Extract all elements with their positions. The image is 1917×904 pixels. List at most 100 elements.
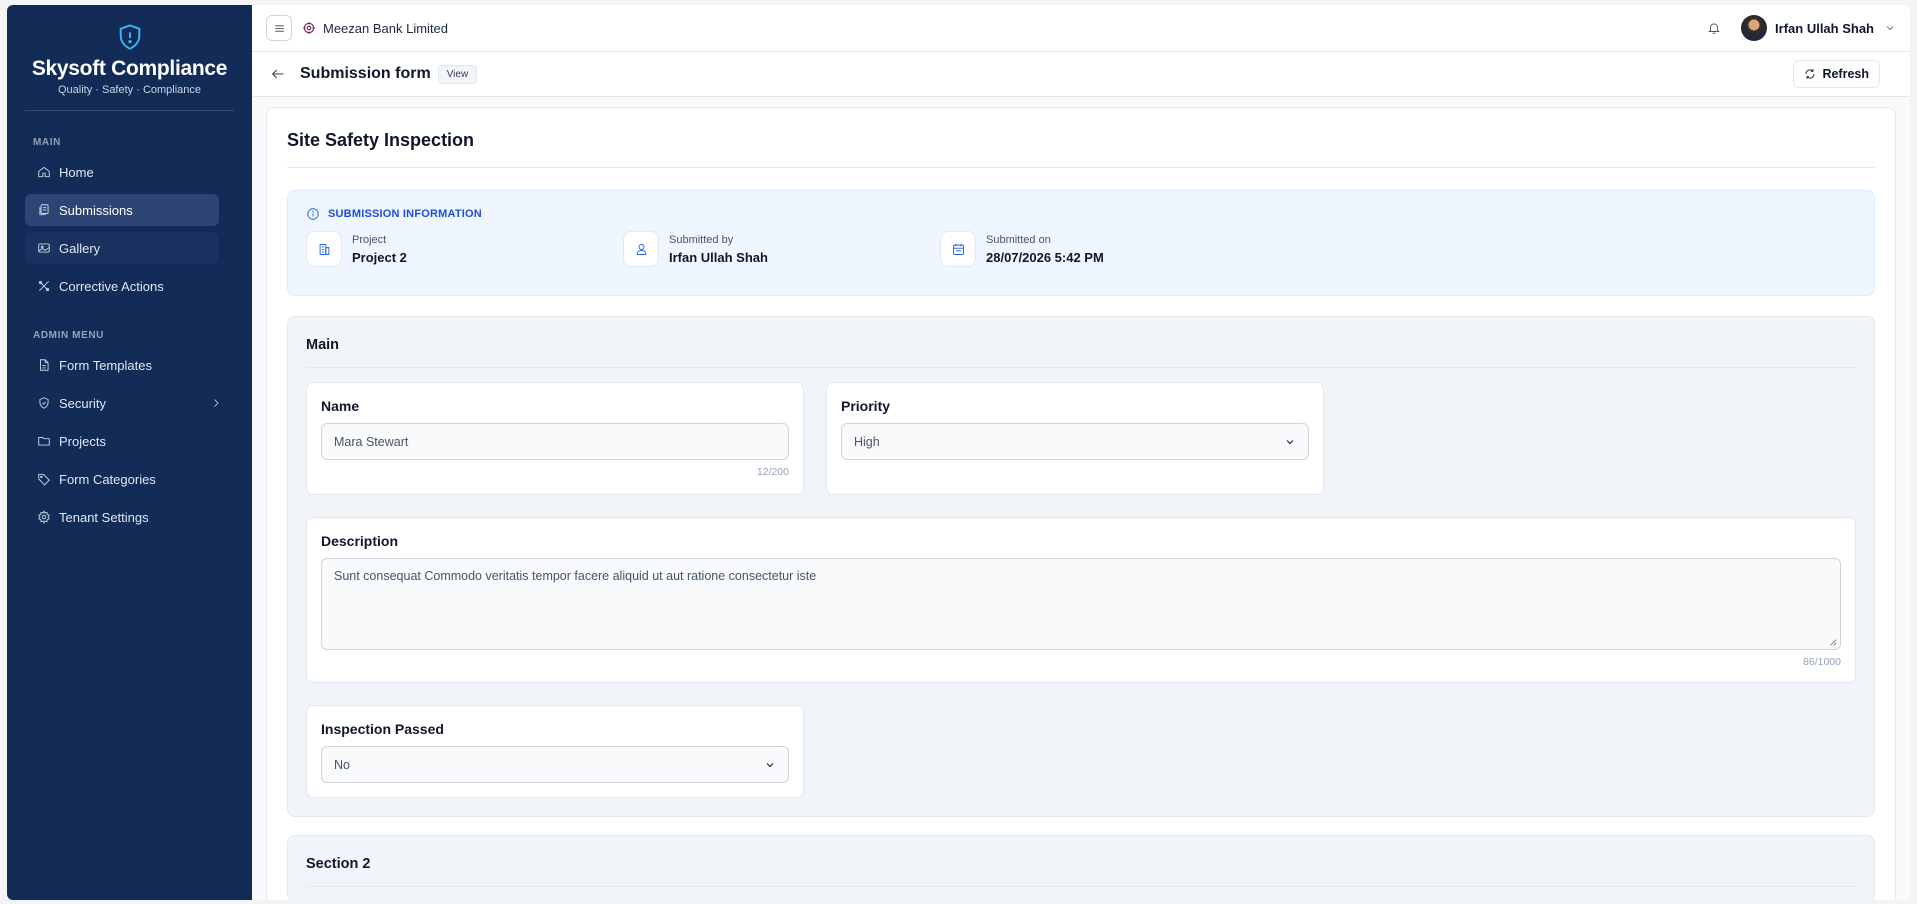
sidebar-item-label: Tenant Settings: [59, 509, 149, 525]
home-icon: [38, 166, 50, 178]
sidebar-item-gallery[interactable]: Gallery: [25, 232, 219, 264]
org-logo-icon: [303, 22, 315, 34]
priority-select[interactable]: High: [841, 423, 1309, 460]
chevron-down-icon: [766, 762, 774, 767]
priority-field: Priority High: [826, 382, 1324, 495]
section-title: Main: [306, 337, 1856, 368]
chevron-down-icon: [1286, 439, 1294, 444]
sidebar-item-label: Home: [59, 164, 94, 180]
sidebar-item-projects[interactable]: Projects: [25, 425, 234, 457]
gear-icon: [38, 510, 50, 524]
sidebar-item-label: Gallery: [59, 240, 101, 256]
shield-alert-icon: [119, 24, 140, 50]
info-submitted-on-label: Submitted on: [986, 233, 1051, 246]
back-arrow-icon[interactable]: [270, 66, 286, 82]
bell-icon[interactable]: [1707, 21, 1721, 35]
content: Site Safety Inspection SUBMISSION INFORM…: [252, 97, 1910, 900]
submission-info-row: Project Project 2 Submitted by Irfan Ull…: [306, 231, 1856, 267]
sidebar-item-form-templates[interactable]: Form Templates: [25, 349, 234, 381]
submission-info-heading: SUBMISSION INFORMATION: [306, 207, 1856, 221]
name-counter: 12/200: [756, 466, 789, 478]
nav-section-main: MAIN: [33, 137, 61, 148]
sidebar-item-label: Form Templates: [59, 357, 152, 373]
name-input[interactable]: Mara Stewart: [321, 423, 789, 460]
info-project-value: Project 2: [352, 249, 407, 265]
brand-subtitle: Quality · Safety · Compliance: [57, 84, 202, 96]
app-window: Skysoft Compliance Quality · Safety · Co…: [7, 5, 1910, 900]
page-title: Submission form: [300, 65, 431, 82]
sidebar-item-tenant-settings[interactable]: Tenant Settings: [25, 501, 234, 533]
sidebar-item-corrective-actions[interactable]: Corrective Actions: [25, 270, 234, 302]
hamburger-icon: [274, 24, 284, 32]
sidebar: Skysoft Compliance Quality · Safety · Co…: [7, 5, 252, 900]
sidebar-item-home[interactable]: Home: [25, 156, 234, 188]
calendar-icon: [940, 231, 976, 267]
chevron-right-icon: [214, 399, 219, 407]
sidebar-item-label: Form Categories: [59, 471, 156, 487]
resize-handle-icon[interactable]: [1829, 638, 1837, 646]
info-icon: [307, 208, 319, 220]
inspection-passed-value: No: [334, 757, 350, 772]
nav-section-admin: ADMIN MENU: [33, 330, 104, 341]
sidebar-item-label: Security: [59, 395, 106, 411]
sidebar-item-label: Corrective Actions: [59, 278, 164, 294]
folder-icon: [38, 437, 50, 446]
sidebar-item-security[interactable]: Security: [25, 387, 234, 419]
avatar[interactable]: [1741, 15, 1768, 41]
submission-info-heading-text: SUBMISSION INFORMATION: [328, 208, 482, 220]
priority-label: Priority: [841, 398, 891, 414]
topbar: Meezan Bank Limited Irfan Ullah Shah: [252, 5, 1910, 52]
refresh-button[interactable]: Refresh: [1793, 60, 1880, 88]
page-header: Submission form View Refresh: [252, 52, 1910, 97]
main-area: Meezan Bank Limited Irfan Ullah Shah Sub…: [252, 5, 1910, 900]
inspection-passed-field: Inspection Passed No: [306, 705, 804, 798]
brand-title: Skysoft Compliance: [31, 57, 228, 80]
info-submitted-by: Submitted by Irfan Ullah Shah: [623, 231, 940, 267]
description-textarea[interactable]: Sunt consequat Commodo veritatis tempor …: [321, 558, 1841, 650]
name-label: Name: [321, 398, 360, 414]
user-name[interactable]: Irfan Ullah Shah: [1775, 21, 1874, 36]
sidebar-item-submissions[interactable]: Submissions: [25, 194, 219, 226]
info-submitted-by-value: Irfan Ullah Shah: [669, 249, 768, 265]
mode-badge: View: [437, 64, 478, 84]
inspection-passed-label: Inspection Passed: [321, 721, 444, 737]
shield-icon: [39, 397, 49, 409]
form-section-2: Section 2: [287, 835, 1875, 900]
form-title: Site Safety Inspection: [287, 130, 1875, 168]
info-submitted-on: Submitted on 28/07/2026 5:42 PM: [940, 231, 1257, 267]
refresh-label: Refresh: [1822, 67, 1869, 81]
brand: Skysoft Compliance Quality · Safety · Co…: [25, 23, 234, 111]
sidebar-item-form-categories[interactable]: Form Categories: [25, 463, 234, 495]
image-icon: [38, 243, 50, 253]
info-submitted-by-label: Submitted by: [669, 233, 734, 246]
sidebar-item-label: Projects: [59, 433, 106, 449]
submission-info-panel: SUBMISSION INFORMATION Project Project 2: [287, 190, 1875, 296]
topbar-right: Irfan Ullah Shah: [1707, 15, 1896, 41]
description-value: Sunt consequat Commodo veritatis tempor …: [334, 569, 817, 583]
org-name: Meezan Bank Limited: [323, 20, 449, 36]
chevron-down-icon[interactable]: [1884, 22, 1896, 34]
sidebar-item-label: Submissions: [59, 202, 133, 218]
refresh-icon: [1806, 69, 1815, 79]
priority-value: High: [854, 434, 880, 449]
org-switcher[interactable]: Meezan Bank Limited: [302, 21, 448, 36]
description-counter: 86/1000: [1803, 656, 1841, 668]
description-field: Description Sunt consequat Commodo verit…: [306, 517, 1856, 683]
info-project: Project Project 2: [306, 231, 623, 267]
field-row: Name Mara Stewart 12/200 Priority High: [306, 382, 1856, 495]
file-icon: [40, 359, 49, 371]
user-icon: [623, 231, 659, 267]
form-section-main: Main Name Mara Stewart 12/200 Priority H…: [287, 316, 1875, 817]
files-icon: [39, 204, 49, 216]
section-title: Section 2: [306, 856, 1856, 887]
tools-icon: [38, 280, 50, 292]
name-field: Name Mara Stewart 12/200: [306, 382, 804, 495]
info-project-label: Project: [352, 233, 387, 246]
form-card: Site Safety Inspection SUBMISSION INFORM…: [266, 107, 1896, 900]
description-label: Description: [321, 533, 399, 549]
info-submitted-on-value: 28/07/2026 5:42 PM: [986, 249, 1104, 265]
menu-toggle-button[interactable]: [266, 15, 292, 41]
inspection-passed-select[interactable]: No: [321, 746, 789, 783]
tag-icon: [38, 473, 50, 486]
building-icon: [306, 231, 342, 267]
